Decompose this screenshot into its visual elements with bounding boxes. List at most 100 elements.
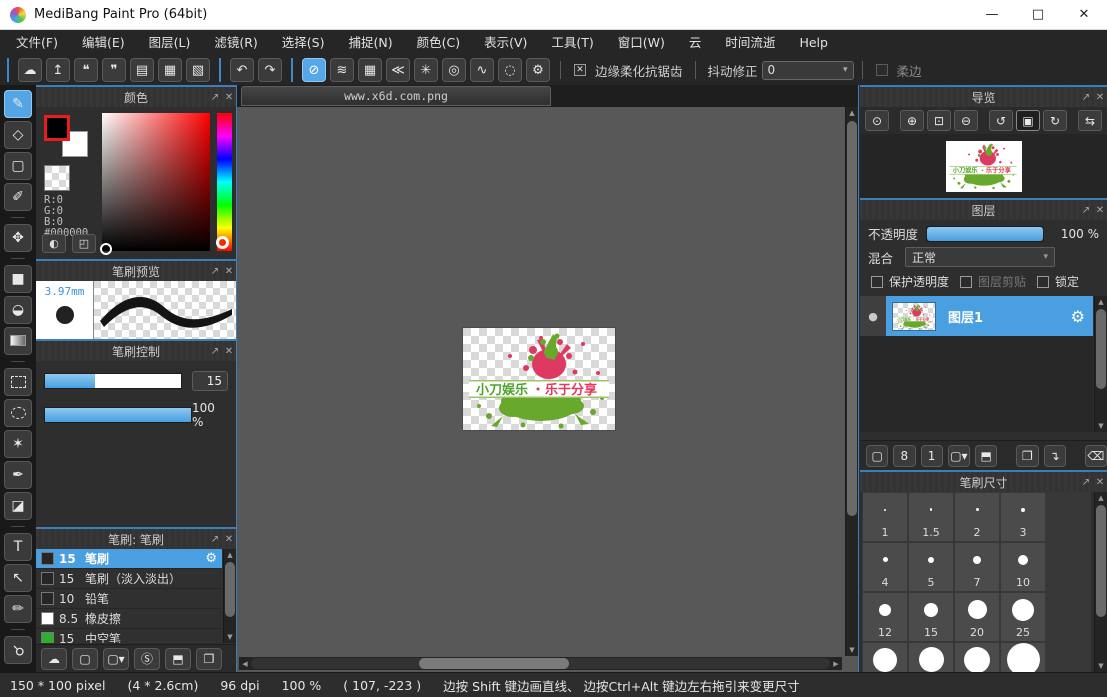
brush-size-cell[interactable]: 3 [1001, 493, 1045, 541]
brush-size-cell[interactable]: 40 [909, 643, 953, 672]
navigator-preview[interactable] [860, 134, 1107, 198]
brush-size-cell[interactable]: 50 [955, 643, 999, 672]
brush-size-cell[interactable]: 1 [863, 493, 907, 541]
close-icon[interactable]: ✕ [222, 346, 236, 357]
brush-size-cell[interactable] [1001, 643, 1045, 672]
close-icon[interactable]: ✕ [1093, 477, 1107, 488]
palette-button[interactable]: ◐ [42, 234, 66, 253]
brush-size-cell[interactable]: 25 [1001, 593, 1045, 641]
popout-icon[interactable]: ↗ [208, 266, 222, 277]
scroll-left-icon[interactable]: ◀ [239, 660, 251, 668]
layer-folder-button[interactable]: ⬒ [975, 445, 997, 467]
popout-icon[interactable]: ↗ [208, 534, 222, 545]
brush-row[interactable]: 15 笔刷（淡入淡出） ⚙ [36, 569, 222, 589]
fit-screen-button[interactable]: ⊡ [927, 110, 951, 131]
layer-list-scrollbar[interactable]: ▲ ▼ [1094, 296, 1107, 432]
brush-opacity-slider[interactable] [44, 407, 192, 423]
polyline-tool[interactable]: ✐ [4, 183, 32, 211]
snap-off-button[interactable]: ⊘ [302, 58, 326, 82]
brush-row[interactable]: 10 铅笔 ⚙ [36, 589, 222, 609]
edit-info-button[interactable]: ▧ [186, 58, 210, 82]
redo-button[interactable]: ↷ [258, 58, 282, 82]
snap-cross-button[interactable]: ▦ [358, 58, 382, 82]
hue-slider[interactable] [217, 113, 232, 251]
popout-icon[interactable]: ↗ [208, 346, 222, 357]
brush-size-cell[interactable]: 30 [863, 643, 907, 672]
scroll-thumb[interactable] [1096, 309, 1106, 389]
menu-item[interactable]: 窗口(W) [606, 30, 677, 55]
popout-icon[interactable]: ↗ [1079, 477, 1093, 488]
transparent-color-swatch[interactable] [44, 165, 70, 191]
timelapse-button[interactable]: ▦ [158, 58, 182, 82]
brush-tool[interactable]: ✎ [4, 90, 32, 118]
brush-size-cell[interactable]: 5 [909, 543, 953, 591]
comment-button[interactable]: ❝ [74, 58, 98, 82]
new-1bit-layer-button[interactable]: 1 [921, 445, 943, 467]
new-brush-button[interactable]: ▢ [72, 648, 98, 670]
snap-vanishing-button[interactable]: ≪ [386, 58, 410, 82]
add-layer-menu-button[interactable]: ▢▾ [948, 445, 970, 467]
pen-tool[interactable]: ✏ [4, 595, 32, 623]
select-rect-tool[interactable] [4, 368, 32, 396]
layer-row[interactable]: ● 图层1 ⚙ [860, 296, 1093, 336]
brush-size-cell[interactable]: 7 [955, 543, 999, 591]
canvas-vscrollbar[interactable]: ▲ ▼ [845, 107, 858, 656]
eyedropper-tool[interactable]: ⚲ [4, 636, 32, 664]
scroll-thumb[interactable] [225, 562, 235, 617]
rotate-left-button[interactable]: ↺ [989, 110, 1013, 131]
brush-settings-icon[interactable]: ⚙ [205, 551, 217, 566]
menu-item[interactable]: 颜色(C) [405, 30, 472, 55]
scroll-right-icon[interactable]: ▶ [830, 660, 842, 668]
zoom-out-button[interactable]: ⊖ [954, 110, 978, 131]
scroll-up-icon[interactable]: ▲ [846, 107, 858, 119]
scroll-up-icon[interactable]: ▲ [1095, 492, 1107, 504]
brush-list-scrollbar[interactable]: ▲ ▼ [223, 549, 236, 643]
brush-size-cell[interactable]: 12 [863, 593, 907, 641]
scroll-down-icon[interactable]: ▼ [846, 644, 858, 656]
cloud-button[interactable]: ☁ [18, 58, 42, 82]
zoom-in-button[interactable]: ⊕ [900, 110, 924, 131]
menu-item[interactable]: 捕捉(N) [336, 30, 404, 55]
eraser-tool[interactable]: ◇ [4, 121, 32, 149]
close-icon[interactable]: ✕ [222, 534, 236, 545]
menu-item[interactable]: 工具(T) [539, 30, 605, 55]
select-pen-tool[interactable]: ✒ [4, 461, 32, 489]
script-brush-button[interactable]: Ⓢ [134, 648, 160, 670]
canvas-image[interactable] [463, 328, 615, 430]
menu-item[interactable]: Help [787, 30, 840, 55]
scroll-thumb[interactable] [847, 121, 857, 516]
scroll-up-icon[interactable]: ▲ [224, 549, 236, 561]
menu-item[interactable]: 表示(V) [472, 30, 539, 55]
magic-wand-tool[interactable]: ✶ [4, 430, 32, 458]
menu-item[interactable]: 时间流逝 [713, 30, 787, 55]
document-button[interactable]: ▤ [130, 58, 154, 82]
lasso-tool[interactable] [4, 399, 32, 427]
menu-item[interactable]: 选择(S) [270, 30, 337, 55]
brush-row[interactable]: 8.5 橡皮擦 ⚙ [36, 609, 222, 629]
brush-row[interactable]: 15 笔刷 ⚙ [36, 549, 222, 569]
snap-settings-button[interactable]: ⚙ [526, 58, 550, 82]
document-tab[interactable]: www.x6d.com.png [241, 86, 551, 106]
scroll-down-icon[interactable]: ▼ [1095, 420, 1107, 432]
layer-opacity-slider[interactable] [926, 226, 1044, 242]
foreground-color-swatch[interactable] [44, 115, 70, 141]
menu-item[interactable]: 滤镜(R) [202, 30, 269, 55]
brush-size-value[interactable]: 15 [192, 371, 228, 391]
scroll-up-icon[interactable]: ▲ [1095, 296, 1107, 308]
close-icon[interactable]: ✕ [222, 266, 236, 277]
flip-horizontal-button[interactable]: ⇆ [1078, 110, 1102, 131]
undo-button[interactable]: ↶ [230, 58, 254, 82]
duplicate-brush-button[interactable]: ❐ [196, 648, 222, 670]
layer-visibility-toggle[interactable]: ● [860, 296, 886, 336]
close-icon[interactable]: ✕ [1093, 205, 1107, 216]
snap-curve-button[interactable]: ∿ [470, 58, 494, 82]
text-tool[interactable]: T [4, 533, 32, 561]
new-brush-menu-button[interactable]: ▢▾ [103, 648, 129, 670]
maximize-button[interactable]: □ [1015, 0, 1061, 29]
menu-item[interactable]: 编辑(E) [70, 30, 137, 55]
sv-cursor[interactable] [100, 243, 112, 255]
blend-mode-select[interactable]: 正常 ▾ [905, 247, 1055, 267]
fill-shape-tool[interactable]: ■ [4, 265, 32, 293]
canvas-area[interactable]: www.x6d.com.png ▲ ▼ ◀ ▶ [236, 85, 859, 672]
brush-row[interactable]: 15 中空笔 ⚙ [36, 629, 222, 643]
